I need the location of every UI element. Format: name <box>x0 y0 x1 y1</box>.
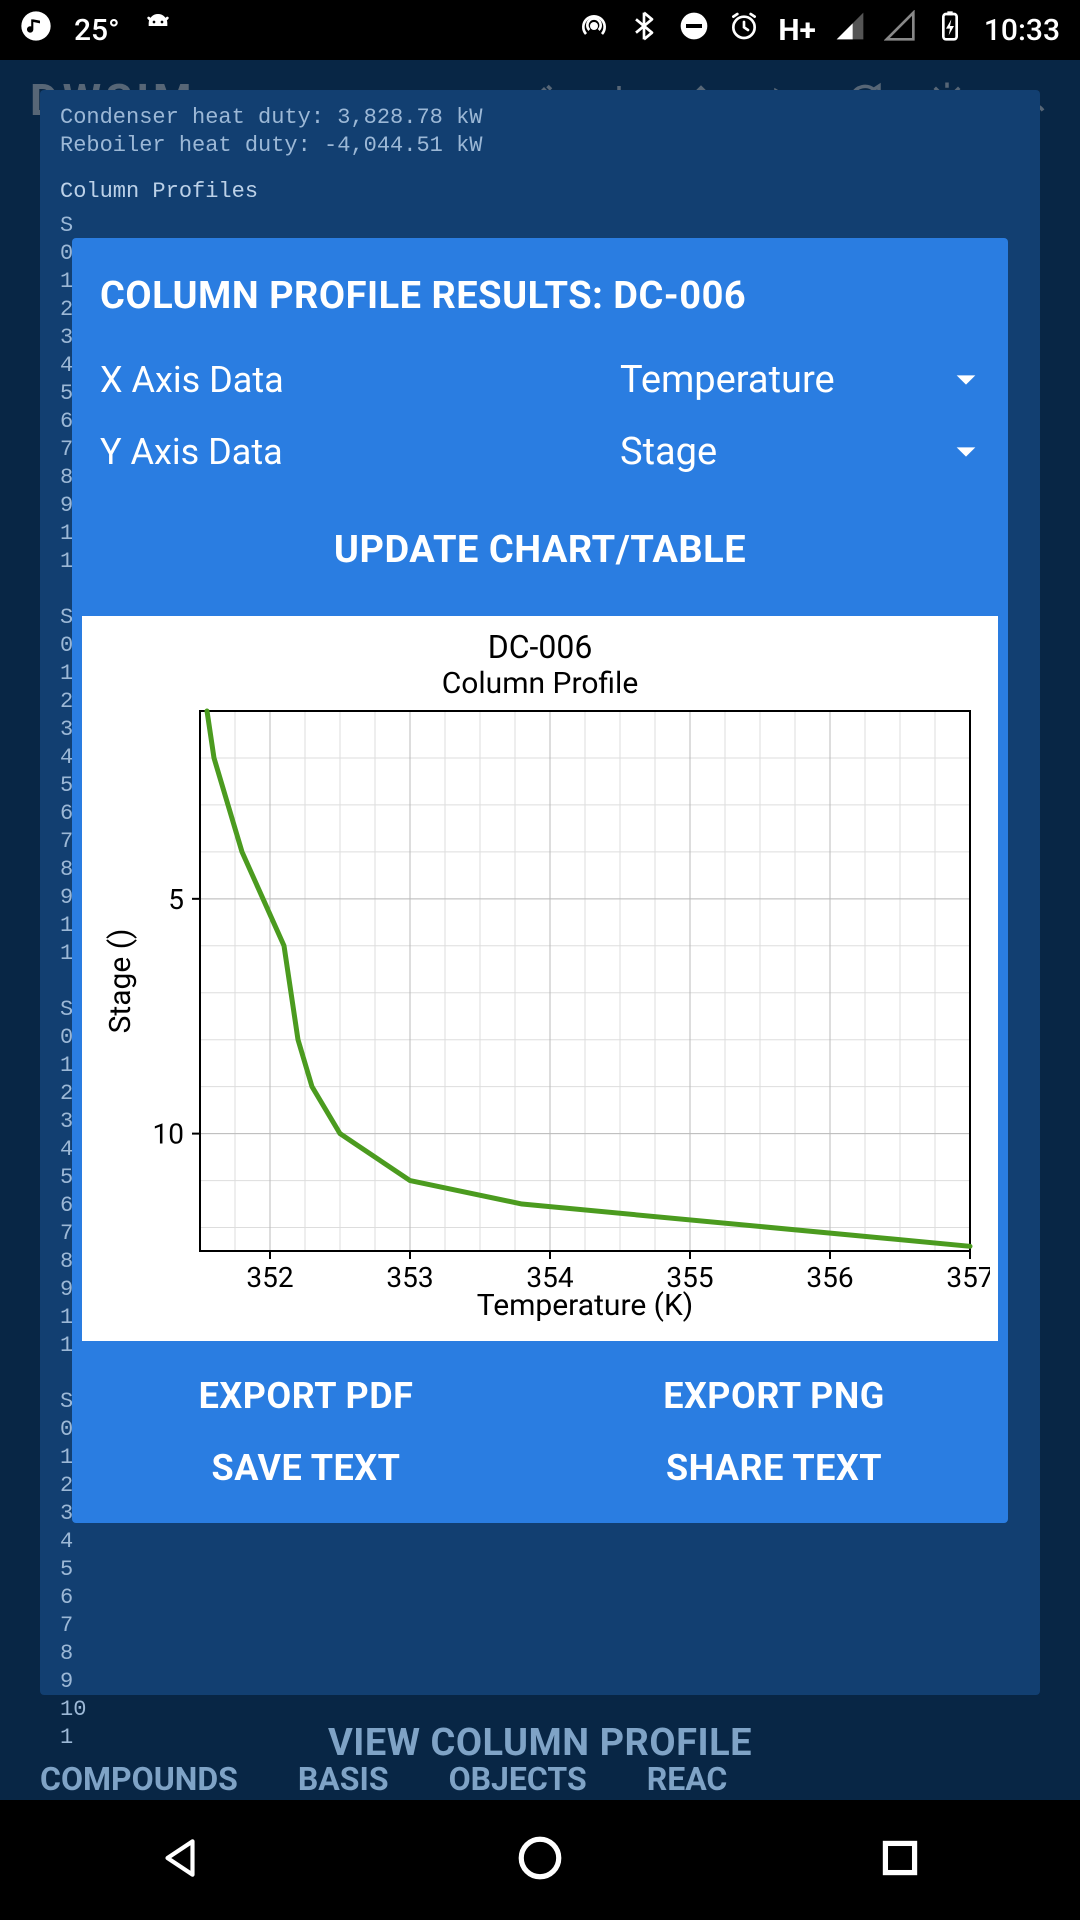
hotspot-icon <box>578 10 610 50</box>
chevron-down-icon <box>952 366 980 394</box>
dialog-title: COLUMN PROFILE RESULTS: DC-006 <box>72 274 1008 344</box>
svg-text:352: 352 <box>246 1261 293 1294</box>
recents-button[interactable] <box>875 1833 925 1887</box>
svg-text:Temperature (K): Temperature (K) <box>477 1288 693 1323</box>
alarm-icon <box>728 10 760 50</box>
chevron-down-icon <box>952 438 980 466</box>
temperature-status: 25° <box>74 13 120 48</box>
bottom-tabs[interactable]: COMPOUNDSBASISOBJECTSREAC <box>0 1758 1080 1800</box>
update-chart-button[interactable]: UPDATE CHART/TABLE <box>72 488 1008 602</box>
bluetooth-icon <box>628 10 660 50</box>
export-png-button[interactable]: EXPORT PNG <box>540 1375 1008 1417</box>
svg-text:Stage (): Stage () <box>103 929 138 1034</box>
status-bar: 25° H+ 10:33 <box>0 0 1080 60</box>
x-axis-value: Temperature <box>620 358 835 402</box>
android-navbar <box>0 1800 1080 1920</box>
svg-text:353: 353 <box>386 1261 433 1294</box>
svg-text:10: 10 <box>153 1118 184 1151</box>
svg-text:356: 356 <box>806 1261 853 1294</box>
x-axis-select[interactable]: Temperature <box>620 358 980 402</box>
save-text-button[interactable]: SAVE TEXT <box>72 1447 540 1489</box>
column-profile-dialog: COLUMN PROFILE RESULTS: DC-006 X Axis Da… <box>72 238 1008 1523</box>
android-icon <box>142 10 174 50</box>
tab-basis[interactable]: BASIS <box>268 1758 419 1800</box>
back-button[interactable] <box>155 1833 205 1887</box>
y-axis-value: Stage <box>620 430 717 474</box>
tab-objects[interactable]: OBJECTS <box>419 1758 617 1800</box>
column-profiles-heading: Column Profiles <box>60 178 1020 206</box>
signal-icon <box>834 10 866 50</box>
home-button[interactable] <box>515 1833 565 1887</box>
svg-text:357: 357 <box>946 1261 990 1294</box>
battery-charging-icon <box>934 10 966 50</box>
share-text-button[interactable]: SHARE TEXT <box>540 1447 1008 1489</box>
condenser-duty-line: Condenser heat duty: 3,828.78 kW <box>60 104 1020 132</box>
x-axis-label: X Axis Data <box>100 359 620 401</box>
svg-text:5: 5 <box>168 883 184 916</box>
music-icon <box>20 10 52 50</box>
chart-container: DC-006 Column Profile 352353354355356357… <box>82 616 998 1341</box>
dnd-icon <box>678 10 710 50</box>
clock: 10:33 <box>984 13 1060 48</box>
chart-plot: 352353354355356357510Temperature (K)Stag… <box>90 701 990 1331</box>
tab-reac[interactable]: REAC <box>617 1758 758 1800</box>
reboiler-duty-line: Reboiler heat duty: -4,044.51 kW <box>60 132 1020 160</box>
export-pdf-button[interactable]: EXPORT PDF <box>72 1375 540 1417</box>
chart-title: DC-006 <box>90 628 990 666</box>
signal-empty-icon <box>884 10 916 50</box>
chart-subtitle: Column Profile <box>90 666 990 701</box>
y-axis-select[interactable]: Stage <box>620 430 980 474</box>
tab-compounds[interactable]: COMPOUNDS <box>10 1758 268 1800</box>
y-axis-label: Y Axis Data <box>100 431 620 473</box>
network-type: H+ <box>778 13 816 48</box>
